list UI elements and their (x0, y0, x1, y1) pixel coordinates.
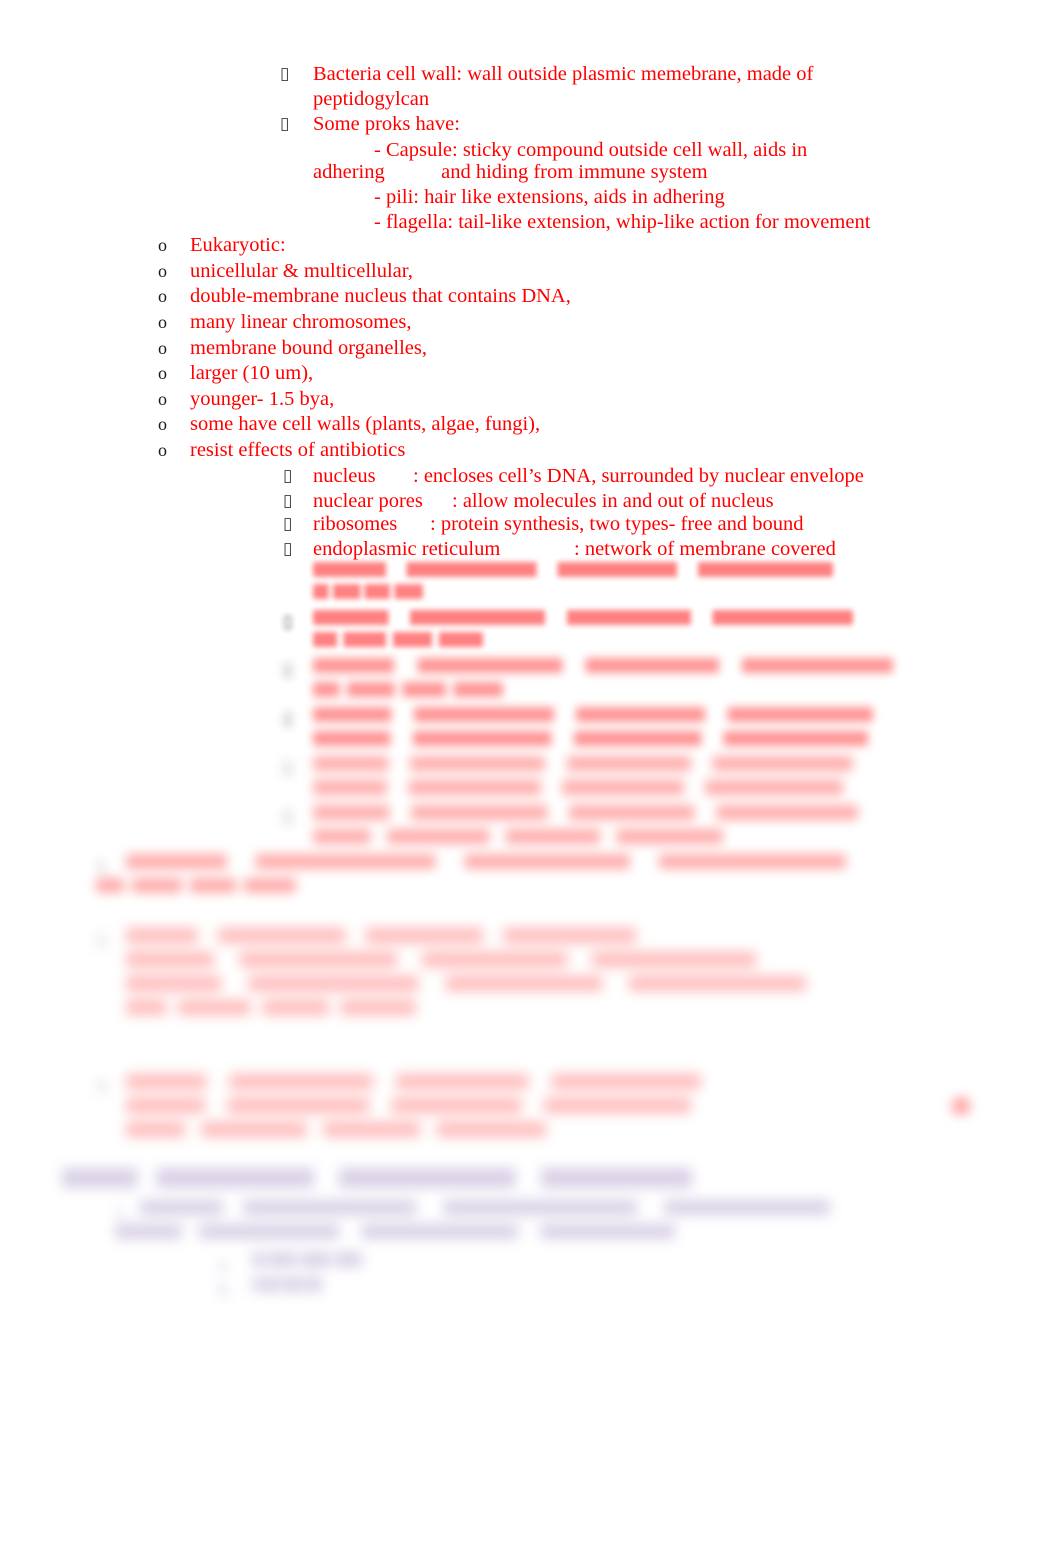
euk-bullet-label: double-membrane nucleus that contains DN… (190, 285, 571, 307)
organelle-definition: : network of membrane covered (574, 538, 836, 560)
euk-bullet-label: younger- 1.5 bya, (190, 388, 335, 410)
organelle-term: endoplasmic reticulum (313, 538, 501, 560)
document-page: ▯ Bacteria cell wall: wall outside plasm… (0, 0, 1062, 1561)
o-bullet-icon: o (158, 338, 167, 358)
blurred-text-line (313, 731, 868, 746)
prok-bullet-line: Bacteria cell wall: wall outside plasmic… (313, 63, 814, 85)
o-bullet-icon: o (158, 312, 167, 332)
tofu-bullet-icon: ▯ (283, 612, 293, 632)
o-bullet-icon: o (158, 261, 167, 281)
prok-bullet-line: peptidogylcan (313, 88, 430, 110)
tofu-bullet-icon: ▯ (283, 709, 293, 729)
blurred-text-line (313, 562, 833, 577)
tofu-bullet-icon: ▯ (283, 539, 293, 559)
blurred-text-line (126, 1098, 691, 1113)
blurred-text-line (126, 1122, 546, 1137)
blurred-text-line (126, 976, 806, 991)
euk-bullet-label: membrane bound organelles, (190, 337, 428, 359)
blurred-text-line (313, 780, 843, 795)
tofu-bullet-icon: ▯ (283, 807, 293, 827)
prok-subline: adhering and hiding from immune system (313, 161, 708, 183)
prok-subline: - flagella: tail-like extension, whip-li… (374, 211, 871, 233)
organelle-definition: : allow molecules in and out of nucleus (452, 490, 774, 512)
blurred-text-line (140, 1200, 830, 1215)
list-number-icon: 1. (96, 856, 110, 876)
tofu-bullet-icon: ▯ (283, 660, 293, 680)
euk-bullet-label: larger (10 um), (190, 362, 314, 384)
chapter-heading (62, 1168, 692, 1188)
blurred-text-line (126, 1074, 701, 1089)
blurred-text-line (126, 1000, 416, 1015)
tofu-bullet-icon: ▯ (283, 758, 293, 778)
list-letter-icon: a. (218, 1254, 231, 1274)
list-number-icon: 1. (115, 1202, 129, 1222)
o-bullet-icon: o (158, 389, 167, 409)
euk-bullet-label: many linear chromosomes, (190, 311, 412, 333)
blurred-text-line (126, 854, 846, 869)
blurred-text-line (313, 632, 483, 647)
euk-bullet-label: Eukaryotic: (190, 234, 286, 256)
blurred-text-line (313, 584, 423, 599)
organelle-term: nucleus (313, 465, 376, 487)
prok-bullet-line: Some proks have: (313, 113, 460, 135)
tofu-bullet-icon: ▯ (280, 114, 290, 134)
blurred-text-line (126, 928, 636, 943)
euk-bullet-label: some have cell walls (plants, algae, fun… (190, 413, 541, 435)
blurred-text-line (252, 1252, 362, 1267)
o-bullet-icon: o (158, 235, 167, 255)
o-bullet-icon: o (158, 286, 167, 306)
blurred-text-line (313, 707, 873, 722)
organelle-term: nuclear pores (313, 490, 423, 512)
blurred-text-line (313, 805, 858, 820)
blurred-text-line (96, 878, 296, 893)
blurred-text-line (313, 658, 893, 673)
blurred-text-line (252, 1277, 322, 1292)
euk-bullet-label: unicellular & multicellular, (190, 260, 413, 282)
euk-bullet-label: resist effects of antibiotics (190, 439, 406, 461)
o-bullet-icon: o (158, 414, 167, 434)
organelle-term: ribosomes (313, 513, 398, 535)
o-bullet-icon: o (158, 363, 167, 383)
o-bullet-icon: o (158, 440, 167, 460)
list-letter-icon: b. (218, 1279, 232, 1299)
list-number-icon: 2. (96, 930, 110, 950)
margin-mark-icon (944, 1092, 978, 1120)
tofu-bullet-icon: ▯ (280, 64, 290, 84)
blurred-text-line (313, 829, 723, 844)
tofu-bullet-icon: ▯ (283, 466, 293, 486)
tofu-bullet-icon: ▯ (283, 491, 293, 511)
blurred-text-line (313, 682, 503, 697)
blurred-text-line (126, 952, 756, 967)
tofu-bullet-icon: ▯ (283, 514, 293, 534)
list-number-icon: 3. (96, 1076, 110, 1096)
organelle-definition: : protein synthesis, two types- free and… (430, 513, 804, 535)
organelle-definition: : encloses cell’s DNA, surrounded by nuc… (413, 465, 864, 487)
prok-subline: - pili: hair like extensions, aids in ad… (374, 186, 725, 208)
blurred-text-line (313, 610, 853, 625)
blurred-text-line (313, 756, 853, 771)
blurred-text-line (115, 1224, 675, 1239)
